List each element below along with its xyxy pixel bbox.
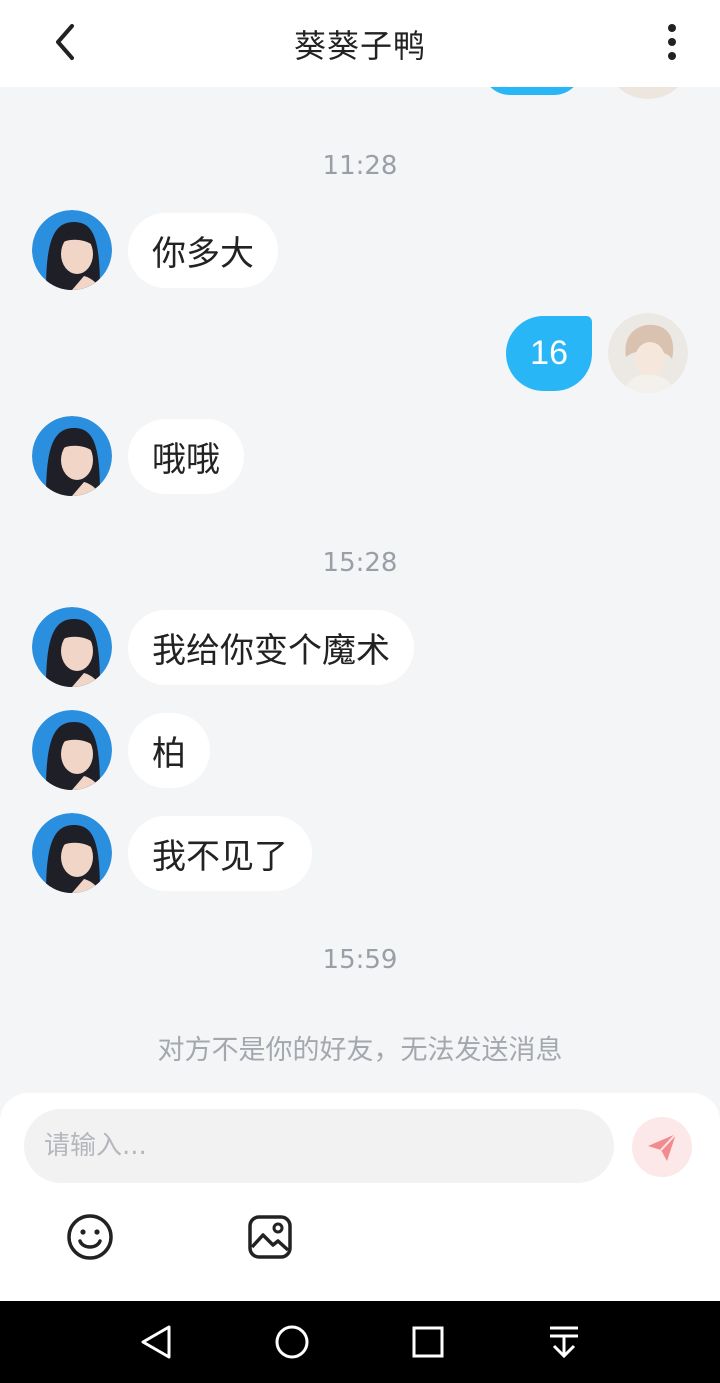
nav-back-button[interactable] xyxy=(133,1319,179,1365)
system-nav-bar xyxy=(0,1301,720,1383)
more-vertical-icon xyxy=(668,24,676,60)
input-bar xyxy=(0,1093,720,1301)
message-row-left: 柏 xyxy=(0,710,720,790)
partial-avatar xyxy=(608,87,688,99)
nav-dropdown-button[interactable] xyxy=(541,1319,587,1365)
message-bubble[interactable]: 我不见了 xyxy=(128,816,312,891)
message-row-left: 哦哦 xyxy=(0,416,720,496)
message-list[interactable]: 11:28 你多大 16 哦哦 15:28 我给你变个魔术 柏 我不见了 15:… xyxy=(0,87,720,1093)
nav-back-icon xyxy=(141,1325,171,1359)
back-button[interactable] xyxy=(40,18,88,66)
nav-recent-button[interactable] xyxy=(405,1319,451,1365)
message-bubble[interactable]: 16 xyxy=(506,316,592,391)
timestamp: 15:59 xyxy=(322,945,398,975)
more-options-button[interactable] xyxy=(648,18,696,66)
image-button[interactable] xyxy=(244,1211,296,1263)
send-paper-plane-icon xyxy=(648,1133,677,1161)
timestamp: 15:28 xyxy=(322,548,398,578)
message-input[interactable] xyxy=(24,1109,614,1183)
timestamp: 11:28 xyxy=(322,151,398,181)
avatar[interactable] xyxy=(32,813,112,893)
message-row-left: 我给你变个魔术 xyxy=(0,607,720,687)
emoji-button[interactable] xyxy=(64,1211,116,1263)
not-friend-notice: 对方不是你的好友，无法发送消息 xyxy=(157,1035,563,1066)
nav-home-button[interactable] xyxy=(269,1319,315,1365)
avatar[interactable] xyxy=(32,607,112,687)
chat-header: 葵葵子鸭 xyxy=(0,0,720,87)
message-row-right: 16 xyxy=(0,313,720,393)
message-bubble[interactable]: 柏 xyxy=(128,713,210,788)
nav-home-icon xyxy=(275,1325,309,1359)
nav-dropdown-icon xyxy=(550,1326,578,1359)
message-row-left: 你多大 xyxy=(0,210,720,290)
avatar[interactable] xyxy=(608,313,688,393)
chat-title: 葵葵子鸭 xyxy=(293,26,426,65)
message-row-left: 我不见了 xyxy=(0,813,720,893)
send-button[interactable] xyxy=(632,1117,692,1177)
message-bubble[interactable]: 你多大 xyxy=(128,213,278,288)
image-icon xyxy=(248,1215,292,1259)
emoji-smile-icon xyxy=(67,1214,113,1260)
partial-message-bubble xyxy=(482,87,582,95)
message-bubble[interactable]: 我给你变个魔术 xyxy=(128,610,414,685)
avatar[interactable] xyxy=(32,210,112,290)
avatar[interactable] xyxy=(32,416,112,496)
avatar[interactable] xyxy=(32,710,112,790)
back-arrow-icon xyxy=(56,24,74,60)
nav-recent-icon xyxy=(412,1326,444,1358)
message-bubble[interactable]: 哦哦 xyxy=(128,419,244,494)
